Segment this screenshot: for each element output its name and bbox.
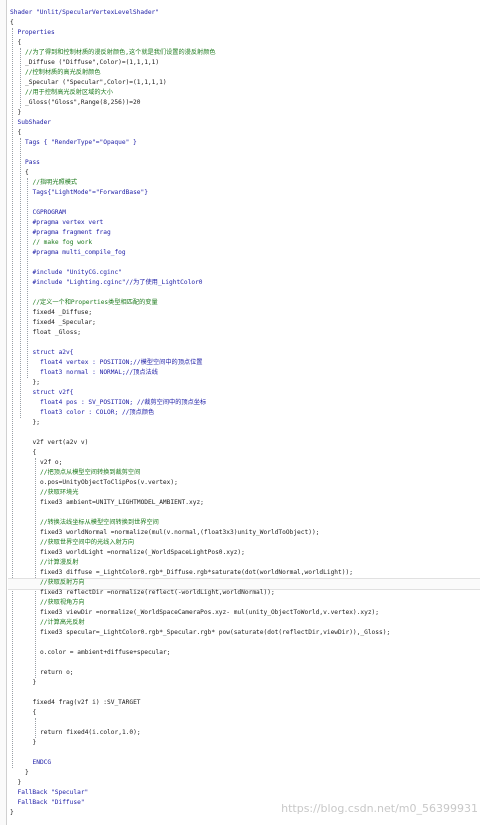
code-line[interactable]: fixed3 diffuse =_LightColor0.rgb*_Diffus… [40,568,353,578]
code-line[interactable]: float4 vertex : POSITION;//模型空间中的顶点位置 [40,358,202,368]
watermark: https://blog.csdn.net/m0_56399931 [281,802,478,815]
code-line[interactable]: FallBack "Specular" [18,788,89,798]
code-line[interactable]: fixed3 worldNormal =normalize(mul(v.norm… [40,528,319,538]
code-line[interactable]: //转换法线坐标从模型空间转换到世界空间 [40,518,159,528]
code-line[interactable]: //计算漫反射 [40,558,78,568]
code-line[interactable]: fixed4 _Diffuse; [33,308,93,318]
code-line[interactable]: SubShader [18,118,52,128]
code-line[interactable]: //指明光照模式 [33,178,78,188]
code-line[interactable]: { [33,448,37,458]
code-line[interactable]: fixed3 worldLight =normalize(_WorldSpace… [40,548,245,558]
code-line[interactable]: } [33,738,37,748]
code-line[interactable]: #pragma vertex vert [33,218,104,228]
code-line[interactable]: Tags { "RenderType"="Opaque" } [25,138,137,148]
code-line[interactable]: v2f o; [40,458,62,468]
fold-guide-line [34,718,36,738]
code-line[interactable]: } [18,778,22,788]
code-line[interactable]: #include "Lighting.cginc"//为了使用_LightCol… [33,278,203,288]
fold-margin[interactable] [0,0,7,825]
code-line[interactable]: } [25,768,29,778]
code-line[interactable]: //获取世界空间中的光线入射方向 [40,538,134,548]
code-line[interactable]: //为了得到和控制材质的漫反射颜色,这个就是我们设置的漫反射颜色 [25,48,216,58]
code-line[interactable]: fixed3 reflectDir =normalize(reflect(-wo… [40,588,275,598]
code-line[interactable]: float3 color : COLOR; //顶点颜色 [40,408,154,418]
code-line[interactable]: }; [33,418,40,428]
code-line[interactable]: return o; [40,668,74,678]
code-line[interactable]: return fixed4(i.color,1.0); [40,728,141,738]
code-line[interactable]: { [25,168,29,178]
code-line[interactable]: //计算高光反射 [40,618,85,628]
code-line[interactable]: Shader "Unlit/SpecularVertexLevelShader" [10,8,159,18]
code-line[interactable]: { [33,708,37,718]
code-line[interactable]: struct v2f{ [33,388,74,398]
fold-guide-line [19,138,21,418]
fold-guide-line [19,48,21,108]
code-line[interactable]: struct a2v{ [33,348,74,358]
code-line[interactable]: _Gloss("Gloss",Range(8,256))=20 [25,98,140,108]
code-line[interactable]: ENDCG [33,758,52,768]
code-line[interactable]: //获取视角方向 [40,598,85,608]
code-line[interactable]: //控制材质的高光反射颜色 [25,68,101,78]
code-line[interactable]: fixed3 ambient=UNITY_LIGHTMODEL_AMBIENT.… [40,498,204,508]
code-line[interactable]: //获取反射方向 [40,578,85,588]
code-line[interactable]: fixed4 frag(v2f i) :SV_TARGET [33,698,141,708]
code-line[interactable]: //把顶点从模型空间转换到裁剪空间 [40,468,140,478]
code-line[interactable]: v2f vert(a2v v) [33,438,89,448]
code-line[interactable]: _Specular ("Specular",Color)=(1,1,1,1) [25,78,167,88]
code-line[interactable]: Pass [25,158,40,168]
code-line[interactable]: Tags{"LightMode"="ForwardBase"} [33,188,148,198]
code-line[interactable]: fixed3 specular=_LightColor0.rgb*_Specul… [40,628,390,638]
code-line[interactable]: float4 pos : SV_POSITION; //裁剪空间中的顶点坐标 [40,398,206,408]
code-line[interactable]: o.color = ambient+diffuse+specular; [40,648,170,658]
code-editor[interactable]: Shader "Unlit/SpecularVertexLevelShader"… [0,0,484,825]
code-line[interactable]: { [18,38,22,48]
code-line[interactable]: _Diffuse ("Diffuse",Color)=(1,1,1,1) [25,58,159,68]
code-line[interactable]: { [10,18,14,28]
code-line[interactable]: float3 normal : NORMAL;//顶点法线 [40,368,158,378]
code-line[interactable]: }; [33,378,40,388]
code-line[interactable]: } [18,108,22,118]
code-line[interactable]: { [18,128,22,138]
code-line[interactable]: float _Gloss; [33,328,81,338]
code-line[interactable]: o.pos=UnityObjectToClipPos(v.vertex); [40,478,178,488]
code-line[interactable]: } [10,808,14,818]
code-line[interactable]: fixed4 _Specular; [33,318,96,328]
code-line[interactable]: //定义一个和Properties类型相匹配的变量 [33,298,158,308]
fold-guide-line [12,28,13,768]
code-line[interactable]: } [33,678,37,688]
code-line[interactable]: FallBack "Diffuse" [18,798,85,808]
code-line[interactable]: CGPROGRAM [33,208,67,218]
fold-guide-line [27,178,28,378]
code-line[interactable]: #include "UnityCG.cginc" [33,268,122,278]
code-line[interactable]: //用于控制高光反射区域的大小 [25,88,113,98]
code-line[interactable]: #pragma multi_compile_fog [33,248,126,258]
code-line[interactable]: // make fog work [33,238,93,248]
fold-guide-line [34,458,36,678]
code-line[interactable]: //获取环境光 [40,488,78,498]
code-line[interactable]: Properties [18,28,55,38]
code-line[interactable]: fixed3 viewDir =normalize(_WorldSpaceCam… [40,608,379,618]
code-line[interactable]: #pragma fragment frag [33,228,111,238]
